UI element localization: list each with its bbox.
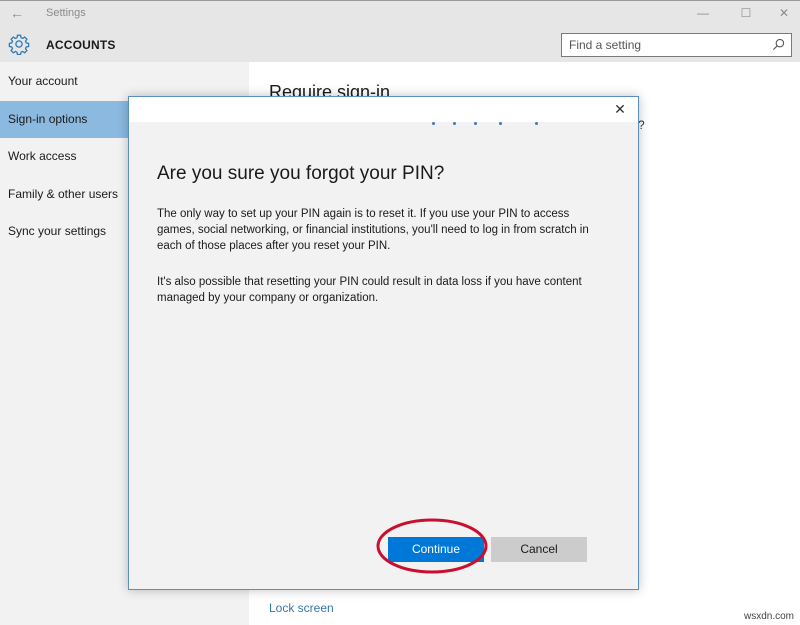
continue-button[interactable]: Continue — [388, 537, 484, 562]
dialog-titlebar: ✕ — [129, 97, 638, 122]
gear-icon — [8, 34, 30, 55]
sidebar-item-your-account[interactable]: Your account — [0, 63, 249, 100]
close-window-button[interactable]: ✕ — [774, 4, 794, 22]
dialog-title: Are you sure you forgot your PIN? — [157, 163, 445, 184]
header: ACCOUNTS — [0, 26, 800, 62]
minimize-button[interactable]: — — [693, 4, 713, 22]
app-title: Settings — [46, 7, 86, 19]
search-input[interactable] — [562, 34, 762, 56]
dialog-paragraph: It's also possible that resetting your P… — [157, 276, 582, 304]
watermark: wsxdn.com — [743, 611, 794, 622]
page-title: ACCOUNTS — [46, 38, 116, 52]
cancel-button[interactable]: Cancel — [491, 537, 587, 562]
partial-text: ? — [638, 118, 645, 132]
progress-dot — [535, 122, 538, 125]
maximize-button[interactable]: ☐ — [736, 4, 756, 22]
back-arrow-icon[interactable]: ← — [10, 5, 26, 21]
search-box[interactable] — [561, 33, 792, 57]
progress-dot — [432, 122, 435, 125]
title-bar: ← Settings — ☐ ✕ — [0, 0, 800, 26]
search-icon[interactable] — [772, 38, 785, 51]
dialog-paragraph: The only way to set up your PIN again is… — [157, 208, 589, 252]
lock-screen-link[interactable]: Lock screen — [269, 601, 334, 615]
progress-dot — [474, 122, 477, 125]
progress-dot — [499, 122, 502, 125]
forgot-pin-dialog: ✕ Are you sure you forgot your PIN? The … — [128, 96, 639, 590]
progress-dots — [432, 122, 542, 126]
progress-dot — [453, 122, 456, 125]
dialog-close-button[interactable]: ✕ — [612, 101, 628, 117]
